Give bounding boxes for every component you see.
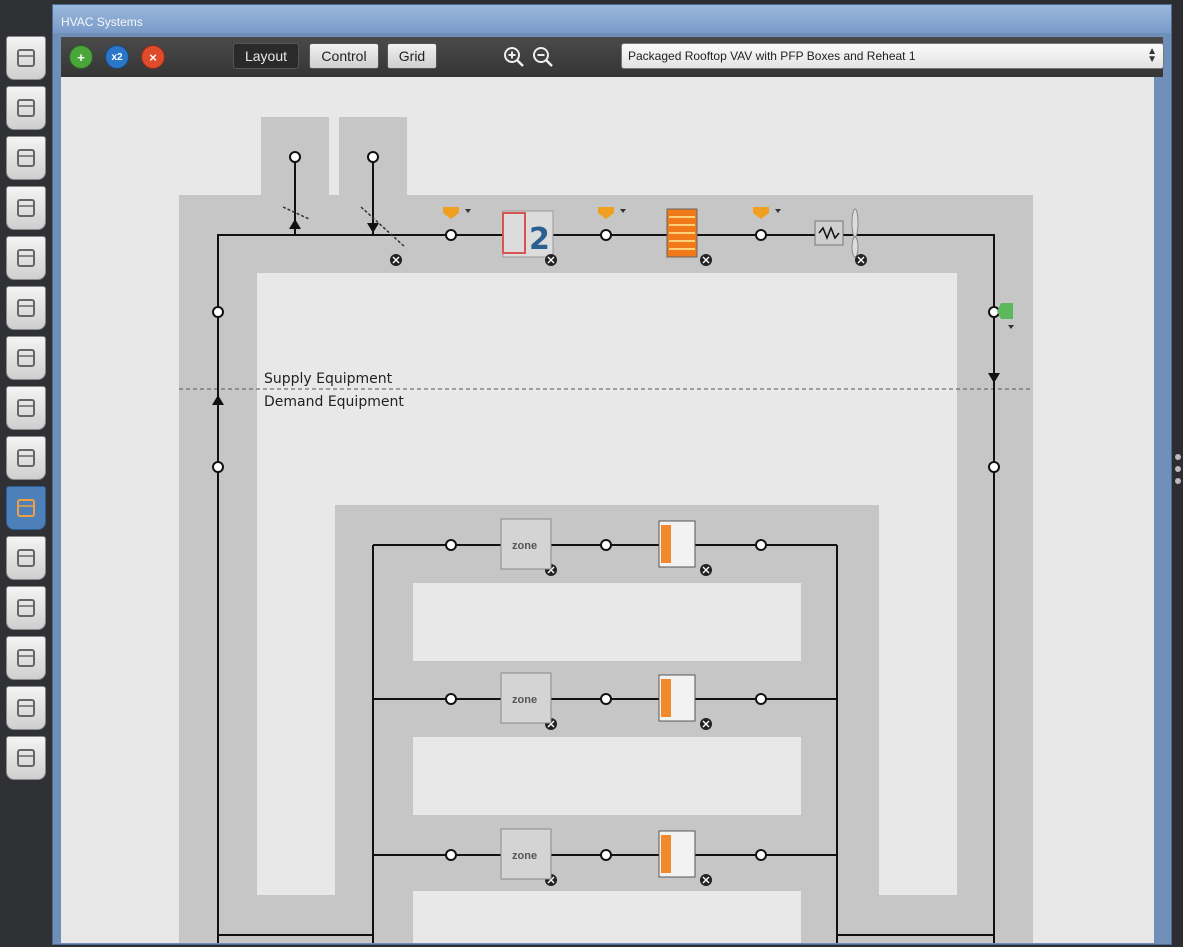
grid-view-button[interactable]: Grid bbox=[387, 43, 437, 69]
delete-system-button[interactable]: × bbox=[141, 45, 165, 69]
copy-icon: x2 bbox=[111, 51, 123, 63]
sidebar-tab-globe[interactable] bbox=[6, 36, 46, 80]
add-system-button[interactable]: + bbox=[69, 45, 93, 69]
run-icon bbox=[17, 699, 35, 717]
variables-icon bbox=[17, 549, 35, 567]
zoom-out-icon[interactable] bbox=[531, 45, 555, 69]
sidebar-tab-constructions[interactable] bbox=[6, 136, 46, 180]
sidebar-tab-hvac-systems[interactable] bbox=[6, 486, 46, 530]
splitter-handle[interactable] bbox=[1175, 454, 1181, 490]
title-bar: HVAC Systems bbox=[53, 5, 1171, 33]
sidebar-tab-results[interactable] bbox=[6, 736, 46, 780]
hvac-systems-icon bbox=[17, 499, 35, 517]
svg-text:2: 2 bbox=[529, 222, 550, 257]
add-icon: + bbox=[77, 49, 85, 65]
supply-equipment-label: Supply Equipment bbox=[264, 371, 393, 387]
hvac-systems-window: HVAC Systems + x2 × Layout Control Grid … bbox=[52, 4, 1172, 945]
sidebar-tab-thermal-zones[interactable] bbox=[6, 436, 46, 480]
dx-coil-2-speed[interactable]: 2 bbox=[502, 210, 554, 258]
hvac-canvas[interactable]: Supply Equipment Demand Equipment 2 zone… bbox=[61, 77, 1154, 943]
control-view-button[interactable]: Control bbox=[309, 43, 379, 69]
layout-view-button[interactable]: Layout bbox=[233, 43, 299, 69]
demand-equipment-label: Demand Equipment bbox=[264, 394, 404, 410]
zone-label: zone bbox=[512, 540, 537, 552]
system-select-value: Packaged Rooftop VAV with PFP Boxes and … bbox=[628, 49, 916, 63]
delete-icon: × bbox=[149, 49, 157, 65]
zone-label: zone bbox=[512, 850, 537, 862]
thermal-zones-icon bbox=[17, 449, 35, 467]
sidebar-tab-variables[interactable] bbox=[6, 536, 46, 580]
sidebar-tab-calendar[interactable] bbox=[6, 86, 46, 130]
space-types-icon bbox=[17, 249, 35, 267]
copy-system-button[interactable]: x2 bbox=[105, 45, 129, 69]
constructions-icon bbox=[17, 149, 35, 167]
sidebar-tab-spaces[interactable] bbox=[6, 386, 46, 430]
heating-coil[interactable] bbox=[666, 208, 698, 258]
window-title: HVAC Systems bbox=[61, 15, 143, 29]
loads-icon bbox=[17, 199, 35, 217]
scripts-icon bbox=[17, 649, 35, 667]
calendar-icon bbox=[17, 99, 35, 117]
results-icon bbox=[17, 749, 35, 767]
sidebar-tab-geometry[interactable] bbox=[6, 286, 46, 330]
system-select[interactable]: Packaged Rooftop VAV with PFP Boxes and … bbox=[621, 43, 1164, 69]
sidebar-tab-run[interactable] bbox=[6, 686, 46, 730]
geometry-icon bbox=[17, 299, 35, 317]
zone-label: zone bbox=[512, 694, 537, 706]
zoom-in-icon[interactable] bbox=[502, 45, 526, 69]
sidebar-tab-facility[interactable] bbox=[6, 336, 46, 380]
sidebar bbox=[0, 0, 52, 947]
sidebar-tab-simulation-settings[interactable] bbox=[6, 586, 46, 630]
air-loop-diagram: Supply Equipment Demand Equipment 2 zone… bbox=[179, 117, 1033, 943]
facility-icon bbox=[17, 349, 35, 367]
spaces-icon bbox=[17, 399, 35, 417]
sidebar-tab-space-types[interactable] bbox=[6, 236, 46, 280]
globe-icon bbox=[17, 49, 35, 67]
sidebar-tab-scripts[interactable] bbox=[6, 636, 46, 680]
simulation-settings-icon bbox=[17, 599, 35, 617]
sidebar-tab-loads[interactable] bbox=[6, 186, 46, 230]
toolbar: + x2 × Layout Control Grid Packaged Roof… bbox=[61, 37, 1164, 77]
select-arrows-icon: ▲ ▼ bbox=[1147, 46, 1157, 65]
